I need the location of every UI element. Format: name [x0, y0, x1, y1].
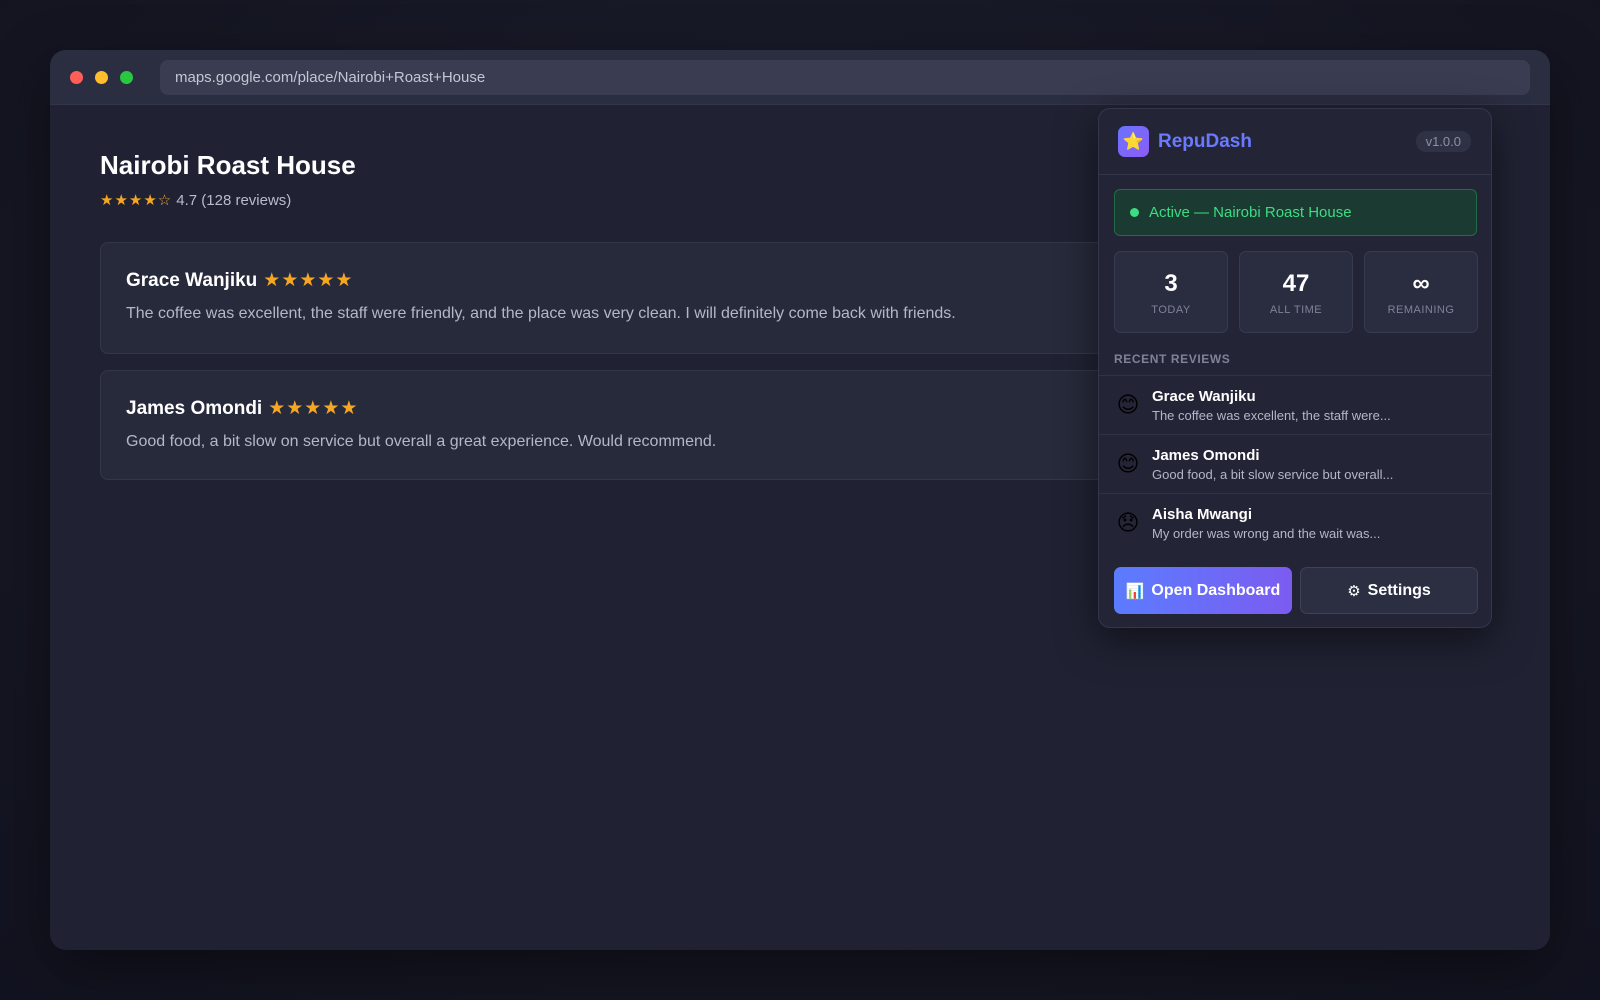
recent-review-body: Grace Wanjiku The coffee was excellent, … [1152, 388, 1391, 423]
status-text: Active — Nairobi Roast House [1149, 204, 1352, 221]
stat-remaining: ∞ REMAINING [1364, 251, 1478, 333]
review-author: James Omondi [126, 398, 263, 419]
smile-emoji-icon: 😊 [1116, 451, 1140, 476]
extension-popup: ⭐ RepuDash v1.0.0 Active — Nairobi Roast… [1098, 108, 1492, 628]
recent-review-item[interactable]: 😊 Grace Wanjiku The coffee was excellent… [1099, 375, 1491, 434]
close-window-button[interactable] [70, 70, 83, 84]
bar-chart-icon: 📊 [1125, 582, 1145, 600]
open-dashboard-label: Open Dashboard [1151, 581, 1281, 599]
place-title: Nairobi Roast House [100, 150, 356, 180]
recent-reviews-list: 😊 Grace Wanjiku The coffee was excellent… [1099, 375, 1491, 552]
maximize-window-button[interactable] [120, 70, 133, 84]
address-bar-url: maps.google.com/place/Nairobi+Roast+Hous… [175, 69, 486, 86]
stat-value: 47 [1282, 270, 1310, 297]
version-badge: v1.0.0 [1415, 131, 1471, 152]
recent-review-snippet: My order was wrong and the wait was... [1152, 525, 1381, 541]
browser-window: maps.google.com/place/Nairobi+Roast+Hous… [50, 50, 1550, 950]
sad-emoji-icon: 😞 [1116, 510, 1140, 535]
recent-review-body: James Omondi Good food, a bit slow servi… [1152, 447, 1393, 482]
stat-value: ∞ [1412, 270, 1430, 297]
recent-review-author: Grace Wanjiku [1152, 387, 1256, 405]
stat-today: 3 TODAY [1114, 251, 1228, 333]
open-dashboard-button[interactable]: 📊 Open Dashboard [1114, 567, 1292, 614]
extension-header: ⭐ RepuDash v1.0.0 [1099, 109, 1491, 175]
settings-label: Settings [1367, 581, 1431, 599]
extension-name: RepuDash [1158, 130, 1252, 152]
review-text: Good food, a bit slow on service but ove… [126, 433, 717, 450]
gear-icon: ⚙ [1347, 582, 1361, 600]
review-card: Grace Wanjiku ★★★★★ The coffee was excell… [100, 242, 1180, 354]
recent-review-snippet: The coffee was excellent, the staff were… [1152, 407, 1391, 423]
review-card: James Omondi ★★★★★ Good food, a bit slow … [100, 370, 1180, 480]
recent-review-snippet: Good food, a bit slow service but overal… [1152, 466, 1394, 482]
stat-all-time: 47 ALL TIME [1239, 251, 1353, 333]
recent-review-author: James Omondi [1152, 446, 1260, 464]
review-author: Grace Wanjiku [126, 270, 258, 291]
recent-review-body: Aisha Mwangi My order was wrong and the … [1152, 506, 1380, 541]
recent-review-item[interactable]: 😞 Aisha Mwangi My order was wrong and th… [1099, 493, 1491, 552]
star-logo-icon: ⭐ [1118, 126, 1149, 157]
place-rating-text: 4.7 (128 reviews) [176, 192, 292, 209]
smile-emoji-icon: 😊 [1116, 392, 1140, 417]
stat-value: 3 [1164, 270, 1178, 297]
recent-reviews-heading: RECENT REVIEWS [1114, 352, 1231, 366]
browser-titlebar: maps.google.com/place/Nairobi+Roast+Hous… [50, 50, 1550, 105]
place-rating-stars: ★★★★☆ [100, 192, 173, 209]
status-banner: Active — Nairobi Roast House [1114, 189, 1477, 236]
recent-review-author: Aisha Mwangi [1152, 505, 1253, 523]
place-rating: ★★★★☆ 4.7 (128 reviews) [100, 191, 291, 209]
minimize-window-button[interactable] [95, 70, 108, 84]
settings-button[interactable]: ⚙ Settings [1300, 567, 1478, 614]
stat-label: TODAY [1151, 304, 1191, 316]
recent-review-item[interactable]: 😊 James Omondi Good food, a bit slow ser… [1099, 434, 1491, 493]
review-stars: ★★★★★ [263, 270, 354, 291]
stat-label: ALL TIME [1269, 304, 1323, 316]
status-dot-icon [1130, 208, 1139, 217]
review-header: James Omondi ★★★★★ [126, 397, 1154, 420]
review-stars: ★★★★★ [268, 398, 359, 419]
review-text: The coffee was excellent, the staff were… [126, 305, 956, 322]
address-bar[interactable]: maps.google.com/place/Nairobi+Roast+Hous… [160, 60, 1530, 95]
review-header: Grace Wanjiku ★★★★★ [126, 269, 1154, 292]
stat-label: REMAINING [1387, 304, 1455, 316]
